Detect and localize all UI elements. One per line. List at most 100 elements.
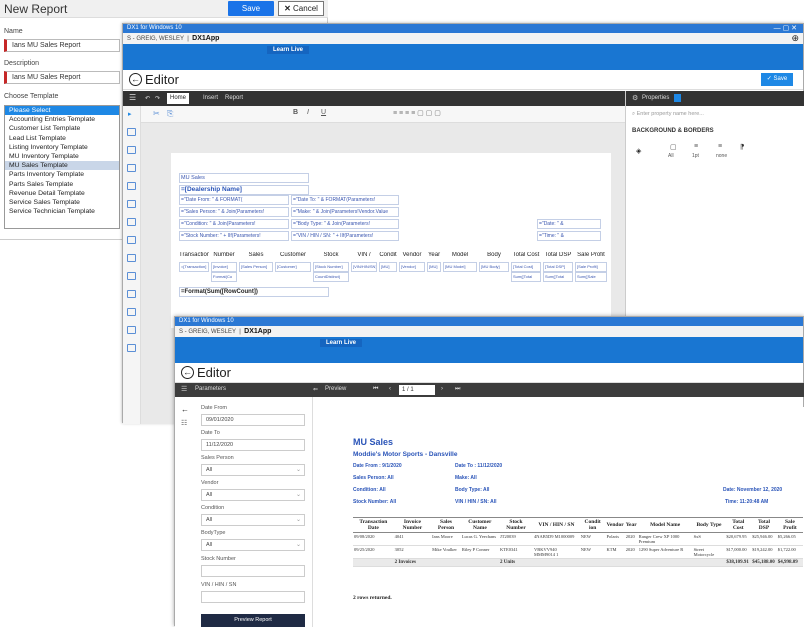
design-cell[interactable]: Format(Co	[211, 272, 237, 282]
design-col-header[interactable]: Condit	[379, 252, 397, 259]
editor-save-button[interactable]: ✓ Save	[761, 73, 793, 86]
page-input[interactable]: 1 / 1	[399, 385, 435, 395]
name-field[interactable]: Ians MU Sales Report	[4, 39, 120, 52]
design-col-header[interactable]: Total DSP	[543, 252, 573, 259]
learn-live-link[interactable]: Learn Live	[267, 46, 310, 54]
first-page-icon[interactable]: ⏮	[373, 386, 378, 393]
gear-icon[interactable]: ⚙	[632, 94, 638, 102]
design-cell[interactable]: CountDistinct(	[313, 272, 349, 282]
bold-icon[interactable]: B	[293, 109, 298, 116]
next-page-icon[interactable]: ›	[441, 386, 443, 392]
prev-page-icon[interactable]: ‹	[389, 386, 391, 392]
menu-icon[interactable]: ☰	[181, 385, 187, 393]
template-listbox[interactable]: Please Select Accounting Entries Templat…	[4, 105, 120, 229]
template-option[interactable]: Parts Sales Template	[5, 180, 119, 189]
property-search[interactable]: ⌕ Enter property name here...	[632, 111, 704, 118]
save-button[interactable]: Save	[228, 1, 274, 16]
template-option[interactable]: Accounting Entries Template	[5, 115, 119, 124]
color-icon[interactable]: ⁋	[740, 143, 744, 151]
list-icon[interactable]	[127, 272, 136, 280]
vin-input[interactable]	[201, 591, 305, 603]
preview-report-button[interactable]: Preview Report	[201, 614, 305, 627]
chart-icon[interactable]	[127, 308, 136, 316]
design-cell[interactable]: [Sale Profit]	[575, 262, 607, 272]
design-col-header[interactable]: Sale Profit	[575, 252, 607, 259]
design-col-header[interactable]: Customer	[275, 252, 311, 259]
design-col-header[interactable]: Year	[427, 252, 441, 259]
design-field[interactable]: ="Sales Person: " & Join(Parameters!	[179, 207, 289, 217]
design-col-header[interactable]: VIN /	[351, 252, 377, 259]
design-col-header[interactable]: Stock	[313, 252, 349, 259]
cancel-button[interactable]: ✕ Cancel	[278, 1, 324, 16]
back-icon[interactable]: ←	[181, 366, 194, 379]
width-icon[interactable]: ≡	[694, 143, 698, 150]
window-controls[interactable]: — ▢ ✕	[774, 24, 797, 33]
border-icon[interactable]: ▢	[670, 143, 677, 151]
design-field[interactable]: ="Date From: " & FORMAT(	[179, 195, 289, 205]
design-col-header[interactable]: Number	[211, 252, 237, 259]
textbox-icon[interactable]	[127, 164, 136, 172]
tab-properties[interactable]: Properties	[642, 95, 669, 101]
subreport-icon[interactable]	[127, 290, 136, 298]
description-field[interactable]: Ians MU Sales Report	[4, 71, 120, 84]
design-cell[interactable]: Sum([Sale	[575, 272, 607, 282]
design-cell[interactable]: [Stock Number]	[313, 262, 349, 272]
design-col-header[interactable]: Vendor	[399, 252, 425, 259]
design-title[interactable]: MU Sales	[179, 173, 309, 183]
design-cell[interactable]: [Customer]	[275, 262, 311, 272]
sparkline-icon[interactable]	[127, 344, 136, 352]
template-option[interactable]: MU Sales Template	[5, 161, 119, 171]
design-field[interactable]: ="Make: " & Join(Parameters!Vendor.Value	[291, 207, 399, 217]
design-cell[interactable]: [MU]	[427, 262, 441, 272]
design-cell[interactable]: [VIN/HIN/SN]	[351, 262, 377, 272]
design-cell[interactable]: [Vendor]	[399, 262, 425, 272]
design-dealership[interactable]: =[Dealership Name]	[179, 185, 309, 195]
add-icon[interactable]: ⊕	[791, 33, 799, 44]
fill-icon[interactable]: ◈	[636, 147, 641, 155]
design-field[interactable]: ="Stock Number: " + IIf(Parameters!	[179, 231, 289, 241]
barcode-icon[interactable]	[127, 200, 136, 208]
sales-person-select[interactable]: All ⌄	[201, 464, 305, 476]
design-field[interactable]: ="VIN / HIN / SN: " + IIf(Parameters!	[291, 231, 399, 241]
report-design-page[interactable]: MU Sales =[Dealership Name] ="Date From:…	[171, 153, 611, 328]
shape-icon[interactable]	[127, 128, 136, 136]
tab-home[interactable]: Home	[167, 93, 190, 104]
richtext-icon[interactable]	[127, 236, 136, 244]
design-cell[interactable]: [MU Body]	[479, 262, 509, 272]
body-type-select[interactable]: All ⌄	[201, 539, 305, 551]
container-icon[interactable]	[127, 326, 136, 334]
date-from-input[interactable]: 09/01/2020	[201, 414, 305, 426]
last-page-icon[interactable]: ⏭	[455, 386, 460, 393]
line-icon[interactable]	[127, 218, 136, 226]
image-icon[interactable]	[127, 254, 136, 262]
checkbox-icon[interactable]	[127, 182, 136, 190]
table-icon[interactable]	[127, 146, 136, 154]
design-col-header[interactable]: Body	[479, 252, 509, 259]
design-cell[interactable]: [Total Cost]	[511, 262, 541, 272]
style-icon[interactable]: ≡	[718, 143, 722, 150]
pointer-icon[interactable]: ▸	[128, 110, 132, 118]
vendor-select[interactable]: All ⌄	[201, 489, 305, 501]
back-arrows-icon[interactable]: ⇐	[313, 386, 318, 393]
design-field[interactable]: ="Date: " &	[537, 219, 601, 229]
template-option[interactable]: Service Sales Template	[5, 198, 119, 207]
template-option[interactable]: Parts Inventory Template	[5, 170, 119, 179]
design-col-header[interactable]: Sales	[239, 252, 273, 259]
design-rowcount[interactable]: =Format(Sum([RowCount])	[179, 287, 329, 297]
design-cell[interactable]: [Invoice]	[211, 262, 237, 272]
design-cell[interactable]: [MU]	[379, 262, 397, 272]
italic-icon[interactable]: I	[307, 109, 309, 116]
undo-icon[interactable]: ↶	[145, 95, 150, 102]
template-option[interactable]: Please Select	[5, 106, 119, 116]
learn-live-link[interactable]: Learn Live	[320, 339, 363, 347]
template-option[interactable]: Lead List Template	[5, 134, 119, 143]
design-cell[interactable]: Sum([Total	[543, 272, 573, 282]
stock-number-input[interactable]	[201, 565, 305, 577]
menu-icon[interactable]: ☰	[129, 93, 136, 102]
underline-icon[interactable]: U	[321, 109, 326, 116]
design-field[interactable]: ="Date To: " & FORMAT(Parameters!	[291, 195, 399, 205]
design-field[interactable]: ="Time: " &	[537, 231, 601, 241]
template-option[interactable]: MU Inventory Template	[5, 152, 119, 161]
design-cell[interactable]: Sum([Total	[511, 272, 541, 282]
condition-select[interactable]: All ⌄	[201, 514, 305, 526]
